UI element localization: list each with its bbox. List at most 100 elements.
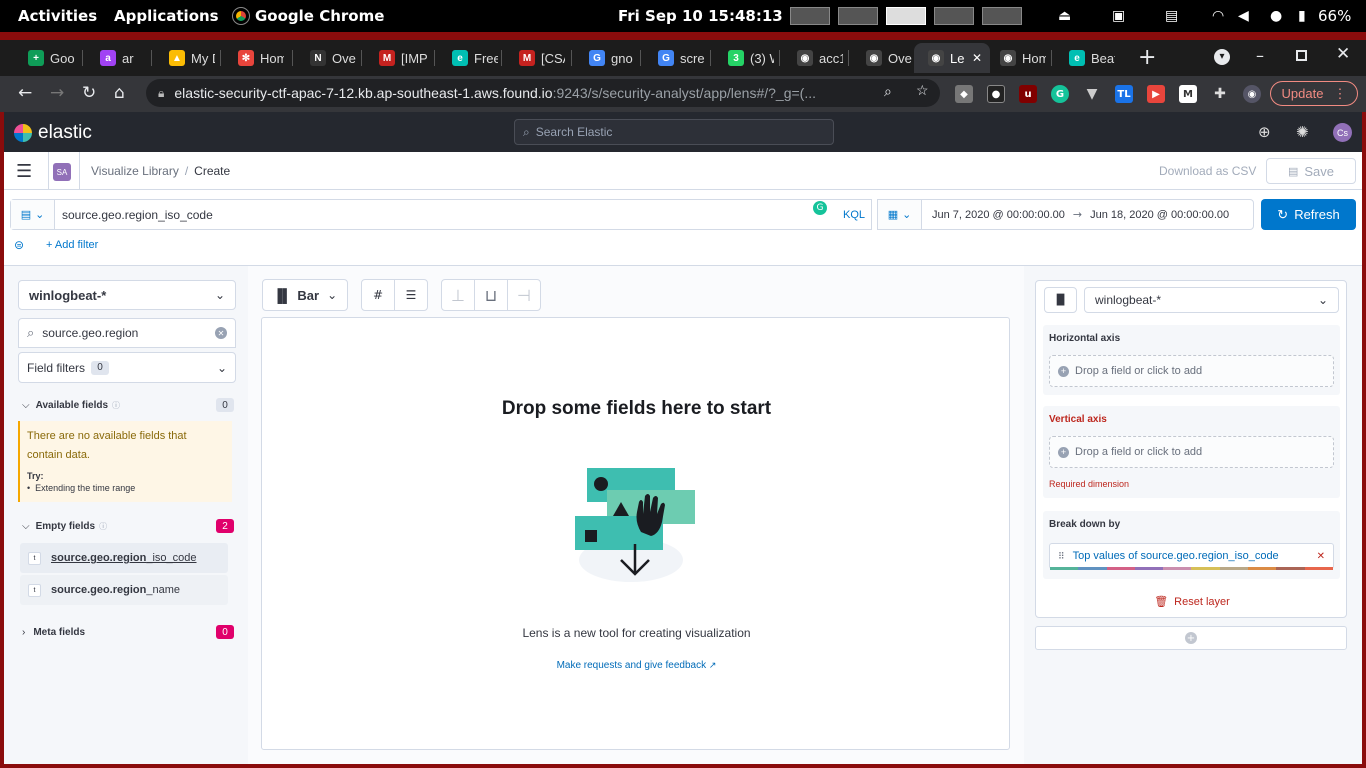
filter-options-icon[interactable]: ⊜ [14, 238, 24, 252]
home-icon[interactable]: ⌂ [114, 83, 125, 103]
layer-index-pattern-select[interactable]: winlogbeat-* ⌄ [1084, 287, 1339, 313]
space-badge[interactable]: SA [53, 163, 71, 181]
applications-menu[interactable]: Applications [114, 7, 219, 25]
workspace-1[interactable] [790, 7, 830, 25]
add-layer-button[interactable]: + [1035, 626, 1347, 650]
reload-icon[interactable]: ↻ [82, 83, 96, 103]
browser-tab[interactable]: N Over [296, 43, 356, 73]
field-item-region-iso-code[interactable]: t source.geo.region_iso_code [20, 543, 228, 573]
chart-type-switcher[interactable]: ▐▌ Bar ⌄ [262, 279, 348, 311]
workspace-drop-area[interactable]: Drop some fields here to start Lens is a… [261, 317, 1010, 750]
available-fields-accordion[interactable]: ⌵ Available fields ⓘ 0 [22, 397, 234, 413]
clipboard-icon[interactable]: ▣ [1112, 8, 1125, 24]
meta-fields-accordion[interactable]: › Meta fields 0 [22, 624, 234, 640]
global-search-input[interactable]: ⌕ Search Elastic [514, 119, 834, 145]
browser-tab[interactable]: e Free [438, 43, 498, 73]
browser-tab[interactable]: + Goo [14, 43, 74, 73]
browser-tab[interactable]: M [IMP [365, 43, 427, 73]
help-icon[interactable]: ⊕ [1258, 123, 1271, 141]
field-item-region-name[interactable]: t source.geo.region_name [20, 575, 228, 605]
legend-button[interactable]: ☰ [394, 279, 428, 311]
browser-tab[interactable]: ◉ acc1 [783, 43, 843, 73]
quick-menu-button[interactable]: ▦ ⌄ [878, 200, 922, 229]
zoom-icon[interactable]: ⌕ [884, 83, 892, 100]
workspace-5[interactable] [982, 7, 1022, 25]
extension-v-icon[interactable]: ▼ [1083, 85, 1101, 103]
extension-red-icon[interactable]: ▶ [1147, 85, 1165, 103]
browser-tab[interactable]: ◉ Hom [986, 43, 1046, 73]
close-tab-icon[interactable]: ✕ [972, 51, 982, 65]
empty-fields-accordion[interactable]: ⌵ Empty fields ⓘ 2 [22, 518, 234, 534]
browser-tab[interactable]: M [CSA [505, 43, 565, 73]
grammarly-badge-icon[interactable]: G [812, 200, 827, 215]
left-axis-button[interactable]: ⊥ [441, 279, 475, 311]
kql-toggle[interactable]: KQL [843, 209, 865, 221]
index-pattern-select[interactable]: winlogbeat-* ⌄ [18, 280, 236, 310]
date-picker[interactable]: ▦ ⌄ Jun 7, 2020 @ 00:00:00.00 → Jun 18, 2… [877, 199, 1254, 230]
tab-search-icon[interactable]: ▾ [1214, 49, 1230, 65]
forward-icon[interactable]: → [50, 83, 64, 103]
refresh-button[interactable]: ↻ Refresh [1261, 199, 1356, 230]
layer-chart-type-button[interactable]: ▐▌ [1044, 287, 1077, 313]
menu-hamburger-icon[interactable]: ☰ [16, 161, 32, 182]
extension-shield-icon[interactable]: ◆ [955, 85, 973, 103]
omnibox[interactable]: 🔒︎ elastic-security-ctf-apac-7-12.kb.ap-… [146, 79, 940, 107]
browser-tab[interactable]: Ggno [575, 43, 635, 73]
right-axis-button[interactable]: ⊣ [507, 279, 541, 311]
workspace-4[interactable] [934, 7, 974, 25]
saved-query-menu[interactable]: ▤ ⌄ [11, 200, 55, 229]
extensions-puzzle-icon[interactable]: ✚ [1211, 85, 1229, 103]
profile-avatar[interactable]: ◉ [1243, 85, 1261, 103]
drag-handle-icon[interactable]: ⠿ [1058, 551, 1065, 562]
remove-dimension-icon[interactable]: ✕ [1317, 551, 1325, 562]
close-window-icon[interactable]: ✕ [1336, 44, 1350, 64]
bottom-axis-button[interactable]: ⊔ [474, 279, 508, 311]
news-feed-icon[interactable]: ✺ [1296, 123, 1309, 141]
value-labels-button[interactable]: # [361, 279, 395, 311]
new-tab-icon[interactable]: + [1138, 45, 1156, 70]
download-csv-link[interactable]: Download as CSV [1159, 164, 1256, 178]
horizontal-axis-dropzone[interactable]: + Drop a field or click to add [1049, 355, 1334, 387]
grammarly-icon[interactable]: G [1051, 85, 1069, 103]
minimize-icon[interactable]: – [1256, 46, 1264, 65]
bookmark-star-icon[interactable]: ☆ [916, 82, 929, 99]
activities-button[interactable]: Activities [18, 7, 97, 25]
maximize-icon[interactable] [1296, 50, 1307, 61]
vertical-axis-dropzone[interactable]: + Drop a field or click to add [1049, 436, 1334, 468]
app-menu[interactable]: Google Chrome [232, 7, 384, 25]
ublock-icon[interactable]: u [1019, 85, 1037, 103]
breakdown-dimension-label[interactable]: Top values of source.geo.region_iso_code [1073, 550, 1317, 562]
browser-tab[interactable]: e Beat [1055, 43, 1115, 73]
query-input[interactable]: ▤ ⌄ source.geo.region_iso_code G KQL [10, 199, 872, 230]
browser-tab[interactable]: ◉ Le ✕ [914, 43, 990, 73]
breadcrumb-visualize-library[interactable]: Visualize Library [91, 164, 179, 178]
back-icon[interactable]: ← [18, 83, 32, 103]
browser-tab[interactable]: ✻ Hom [224, 43, 284, 73]
workspace-2[interactable] [838, 7, 878, 25]
user-avatar[interactable]: Cs [1333, 123, 1352, 142]
feedback-link[interactable]: Make requests and give feedback ↗ [262, 660, 1011, 671]
field-search-input[interactable]: ⌕ source.geo.region ✕ [18, 318, 236, 348]
field-filters-button[interactable]: Field filters 0 ⌄ [18, 352, 236, 383]
date-start[interactable]: Jun 7, 2020 @ 00:00:00.00 [932, 209, 1065, 221]
extension-m-icon[interactable]: M [1179, 85, 1197, 103]
browser-tab[interactable]: ◉ Over [852, 43, 912, 73]
save-button[interactable]: ▤ Save [1266, 158, 1356, 184]
update-button[interactable]: Update ⋮ [1270, 81, 1358, 106]
clock[interactable]: Fri Sep 10 15:48:13 [618, 7, 783, 25]
browser-tab[interactable]: 3 (3) W [714, 43, 774, 73]
browser-tab[interactable]: Gscre [644, 43, 704, 73]
add-filter-button[interactable]: + Add filter [46, 239, 98, 251]
browser-tab[interactable]: ▲ My D [155, 43, 215, 73]
breakdown-dimension[interactable]: ⠿ Top values of source.geo.region_iso_co… [1049, 543, 1334, 569]
date-end[interactable]: Jun 18, 2020 @ 00:00:00.00 [1090, 209, 1229, 221]
clear-search-icon[interactable]: ✕ [215, 327, 227, 339]
extension-tl-icon[interactable]: TL [1115, 85, 1133, 103]
workspace-3[interactable] [886, 7, 926, 25]
reset-layer-button[interactable]: 🗑︎ Reset layer [1036, 595, 1348, 609]
elastic-logo[interactable]: elastic [14, 122, 92, 144]
browser-tab[interactable]: a ar [86, 43, 141, 73]
extension-mask-icon[interactable]: ● [987, 85, 1005, 103]
eject-icon[interactable]: ⏏ [1058, 8, 1071, 24]
layout-icon[interactable]: ▤ [1165, 8, 1178, 24]
